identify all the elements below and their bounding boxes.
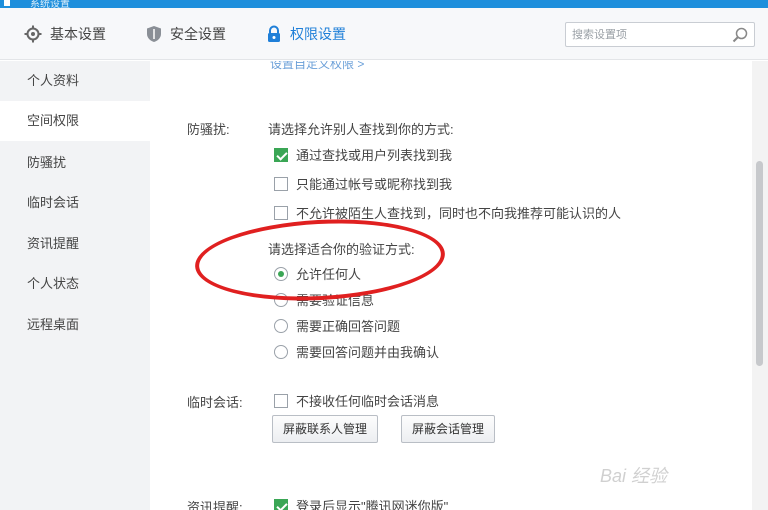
news-reminder-label: 资讯提醒: bbox=[187, 500, 243, 510]
blocked-sessions-button[interactable]: 屏蔽会话管理 bbox=[401, 415, 496, 443]
news-checkbox[interactable] bbox=[274, 498, 288, 510]
sidebar: 个人资料 空间权限 防骚扰 临时会话 资讯提醒 个人状态 远程桌面 bbox=[0, 61, 150, 510]
verify-option-2-radio[interactable] bbox=[274, 292, 288, 307]
tab-basic-settings[interactable]: 基本设置 bbox=[24, 22, 106, 46]
verify-option-1[interactable]: 允许任何人 bbox=[274, 264, 361, 283]
sidebar-item-news-reminder[interactable]: 资讯提醒 bbox=[0, 224, 150, 264]
gear-icon bbox=[24, 25, 42, 43]
search-input[interactable] bbox=[572, 26, 722, 43]
find-method-prompt: 请选择允许别人查找到你的方式: bbox=[268, 122, 454, 137]
temp-session-label: 临时会话: bbox=[187, 395, 243, 410]
search-box bbox=[565, 22, 755, 47]
verify-option-3[interactable]: 需要正确回答问题 bbox=[274, 316, 400, 335]
news-option[interactable]: 登录后显示"腾讯网迷你版" bbox=[274, 496, 448, 510]
verify-option-4-radio[interactable] bbox=[274, 344, 288, 359]
tab-permission-settings[interactable]: 权限设置 bbox=[266, 22, 346, 46]
sidebar-item-anti-harass[interactable]: 防骚扰 bbox=[0, 143, 150, 183]
anti-harass-label: 防骚扰: bbox=[187, 122, 230, 137]
find-option-1[interactable]: 通过查找或用户列表找到我 bbox=[274, 145, 452, 164]
temp-session-checkbox[interactable] bbox=[274, 393, 288, 408]
sidebar-item-remote-desktop[interactable]: 远程桌面 bbox=[0, 305, 150, 345]
sidebar-item-status[interactable]: 个人状态 bbox=[0, 264, 150, 304]
title-bar: 系统设置 bbox=[0, 0, 768, 10]
scroll-thumb[interactable] bbox=[756, 161, 763, 366]
verify-option-1-radio[interactable] bbox=[274, 266, 288, 281]
verify-option-3-radio[interactable] bbox=[274, 318, 288, 333]
find-option-3-label: 不允许被陌生人查找到，同时也不向我推荐可能认识的人 bbox=[296, 206, 622, 221]
verify-option-1-label: 允许任何人 bbox=[296, 267, 362, 282]
watermark-text: Bai 经验 bbox=[600, 466, 668, 486]
news-option-label: 登录后显示"腾讯网迷你版" bbox=[296, 499, 449, 510]
verify-option-2[interactable]: 需要验证信息 bbox=[274, 290, 374, 309]
verify-method-prompt: 请选择适合你的验证方式: bbox=[268, 242, 415, 257]
verify-option-4-label: 需要回答问题并由我确认 bbox=[296, 345, 440, 360]
temp-session-option[interactable]: 不接收任何临时会话消息 bbox=[274, 391, 439, 410]
verify-option-2-label: 需要验证信息 bbox=[296, 293, 375, 308]
sidebar-item-space-permission[interactable]: 空间权限 bbox=[0, 101, 150, 141]
settings-content: 设置自定义权限 > 防骚扰: 请选择允许别人查找到你的方式: 通过查找或用户列表… bbox=[150, 61, 750, 510]
find-option-2-checkbox[interactable] bbox=[274, 176, 288, 191]
search-icon[interactable] bbox=[732, 27, 748, 48]
find-option-3-checkbox[interactable] bbox=[274, 205, 288, 220]
tab-security-label: 安全设置 bbox=[170, 26, 226, 42]
app-icon bbox=[4, 0, 10, 6]
blocked-contacts-button[interactable]: 屏蔽联系人管理 bbox=[272, 415, 379, 443]
verify-option-3-label: 需要正确回答问题 bbox=[296, 319, 401, 334]
find-option-2[interactable]: 只能通过帐号或昵称找到我 bbox=[274, 174, 452, 193]
verify-option-4[interactable]: 需要回答问题并由我确认 bbox=[274, 342, 439, 361]
tab-basic-label: 基本设置 bbox=[50, 26, 106, 42]
find-option-1-label: 通过查找或用户列表找到我 bbox=[296, 148, 453, 163]
vertical-scrollbar[interactable] bbox=[752, 61, 768, 510]
custom-permission-link[interactable]: 设置自定义权限 > bbox=[270, 61, 364, 72]
find-option-1-checkbox[interactable] bbox=[274, 147, 288, 162]
sidebar-item-temp-session[interactable]: 临时会话 bbox=[0, 183, 150, 223]
find-option-3[interactable]: 不允许被陌生人查找到，同时也不向我推荐可能认识的人 bbox=[274, 203, 621, 222]
shield-icon bbox=[146, 25, 162, 43]
find-option-2-label: 只能通过帐号或昵称找到我 bbox=[296, 177, 453, 192]
lock-icon bbox=[266, 25, 282, 43]
tab-security-settings[interactable]: 安全设置 bbox=[146, 22, 226, 46]
top-toolbar: 基本设置 安全设置 权限设置 bbox=[0, 8, 768, 60]
temp-session-option-label: 不接收任何临时会话消息 bbox=[296, 394, 440, 409]
tab-permission-label: 权限设置 bbox=[290, 26, 346, 42]
sidebar-item-profile[interactable]: 个人资料 bbox=[0, 61, 150, 101]
